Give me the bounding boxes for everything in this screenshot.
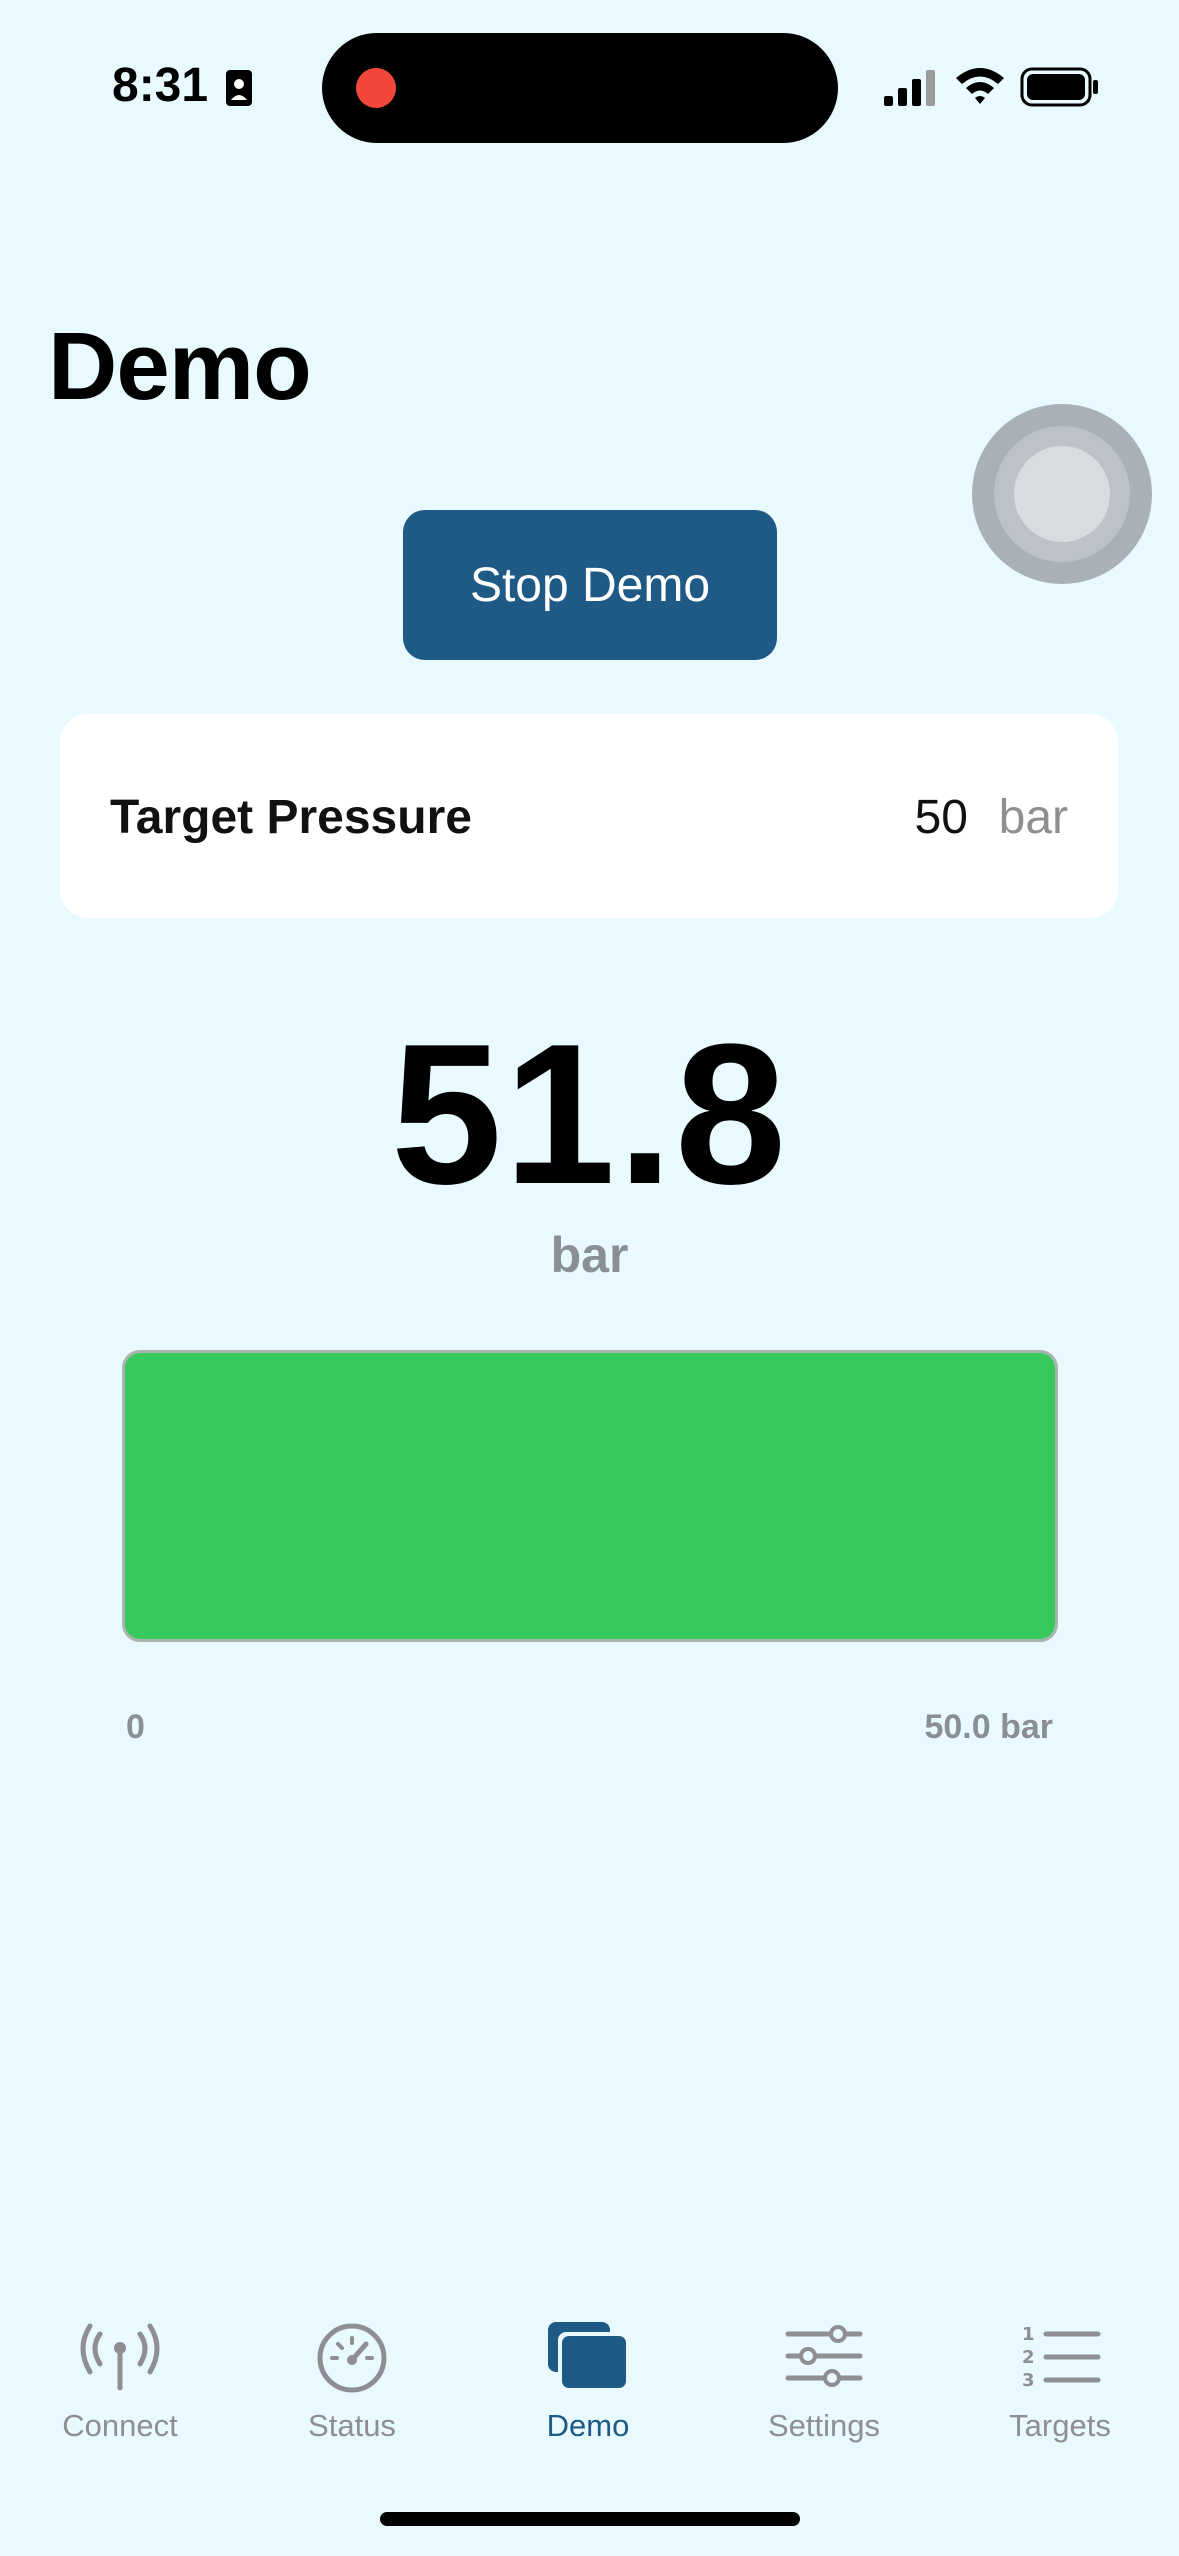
svg-text:1: 1: [1022, 2324, 1035, 2345]
page-title: Demo: [48, 313, 312, 420]
wifi-icon: [956, 68, 1004, 104]
assistive-touch-button[interactable]: [972, 404, 1152, 584]
target-pressure-value[interactable]: 50: [915, 790, 968, 845]
tab-settings[interactable]: Settings: [706, 2318, 942, 2458]
svg-text:2: 2: [1022, 2347, 1035, 2368]
gauge-icon: [317, 2323, 387, 2393]
dynamic-island: [322, 33, 838, 143]
gauge-max-label: 50.0 bar: [924, 1708, 1053, 1746]
assistive-touch-center: [1014, 446, 1110, 542]
demo-cards-icon: [548, 2322, 628, 2390]
tab-status-label: Status: [308, 2408, 396, 2443]
tab-demo[interactable]: Demo: [470, 2318, 706, 2458]
target-pressure-label: Target Pressure: [110, 791, 472, 844]
tab-connect-label: Connect: [62, 2408, 178, 2443]
tab-connect[interactable]: Connect: [2, 2318, 238, 2458]
numbered-list-icon: 1 2 3: [1022, 2324, 1101, 2391]
svg-text:3: 3: [1022, 2370, 1035, 2391]
cellular-signal-icon: [884, 70, 935, 106]
pressure-progress-fill: [125, 1353, 1055, 1639]
gauge-min-label: 0: [126, 1708, 145, 1746]
antenna-icon: [80, 2323, 160, 2391]
pressure-reading: 51.8: [390, 1003, 789, 1226]
recording-indicator-icon: [356, 68, 396, 108]
sliders-icon: [785, 2325, 863, 2387]
status-time: 8:31: [112, 59, 209, 112]
target-pressure-unit: bar: [998, 791, 1068, 844]
battery-icon: [1020, 67, 1098, 107]
stop-demo-button[interactable]: Stop Demo: [403, 510, 777, 660]
pressure-reading-unit: bar: [550, 1227, 629, 1283]
pressure-progress-bar: [122, 1350, 1058, 1642]
contact-card-icon: [226, 70, 252, 106]
target-pressure-row[interactable]: Target Pressure 50 bar: [60, 714, 1118, 918]
home-indicator[interactable]: [380, 2512, 800, 2526]
tab-targets-label: Targets: [1009, 2408, 1111, 2443]
tab-demo-label: Demo: [546, 2408, 630, 2443]
tab-targets[interactable]: 1 2 3 Targets: [942, 2318, 1178, 2458]
tab-settings-label: Settings: [767, 2408, 880, 2443]
tab-status[interactable]: Status: [234, 2318, 470, 2458]
demo-screen: 8:31 Demo Stop Demo Target Pressure 50 b…: [0, 0, 1179, 2556]
